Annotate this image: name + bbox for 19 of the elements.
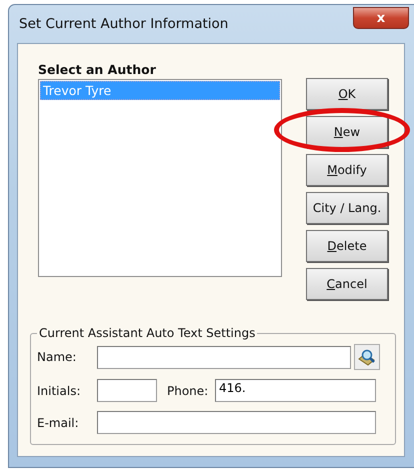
dialog-button[interactable]: Cancel: [306, 268, 388, 300]
name-field[interactable]: [97, 346, 351, 368]
dialog-button[interactable]: OK: [306, 78, 388, 110]
initials-field[interactable]: [97, 379, 157, 402]
dialog-button[interactable]: New: [306, 116, 388, 148]
email-field[interactable]: [97, 411, 376, 434]
phone-label: Phone:: [167, 384, 210, 398]
phone-field[interactable]: 416.: [215, 379, 376, 402]
close-button[interactable]: x: [353, 7, 409, 29]
initials-label: Initials:: [37, 384, 82, 398]
name-label: Name:: [37, 350, 78, 364]
dialog-button[interactable]: Delete: [306, 230, 388, 262]
lookup-button[interactable]: [354, 344, 380, 370]
email-label: E-mail:: [37, 416, 80, 430]
dialog-button[interactable]: City / Lang.: [306, 192, 388, 224]
window-title: Set Current Author Information: [18, 16, 228, 32]
dialog-button[interactable]: Modify: [306, 154, 388, 186]
list-heading: Select an Author: [38, 62, 157, 77]
group-legend: Current Assistant Auto Text Settings: [37, 326, 258, 340]
